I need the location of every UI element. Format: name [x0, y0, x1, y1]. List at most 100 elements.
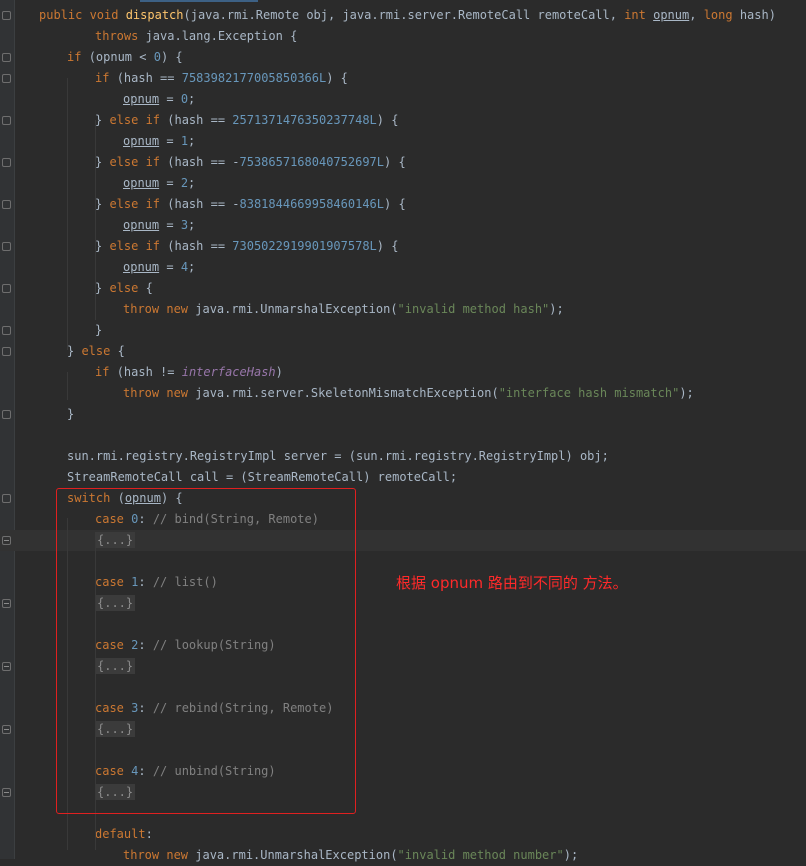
code-line[interactable]: opnum = 4;: [0, 257, 806, 278]
expand-fold-icon[interactable]: [2, 536, 11, 545]
code-line[interactable]: opnum = 1;: [0, 131, 806, 152]
code-line[interactable]: }: [0, 320, 806, 341]
code-token: 4: [180, 260, 189, 274]
code-line[interactable]: } else if (hash == -7538657168040752697L…: [0, 152, 806, 173]
code-token: 1: [180, 134, 189, 148]
code-token: opnum: [123, 134, 160, 148]
code-line[interactable]: if (opnum < 0) {: [0, 47, 806, 68]
code-token: }: [95, 323, 103, 337]
code-line[interactable]: } else if (hash == 7305022919901907578L)…: [0, 236, 806, 257]
code-text: }: [95, 320, 102, 341]
code-token: {: [117, 344, 125, 358]
code-token: {: [145, 281, 153, 295]
code-line[interactable]: sun.rmi.registry.RegistryImpl server = (…: [0, 446, 806, 467]
code-token: throws: [95, 29, 146, 43]
code-token: opnum: [123, 92, 160, 106]
code-token: ;: [188, 176, 196, 190]
code-token: ) {: [384, 155, 406, 169]
code-line[interactable]: } else {: [0, 278, 806, 299]
collapse-fold-icon[interactable]: [2, 158, 11, 167]
code-token: =: [159, 176, 181, 190]
code-token: 2: [180, 176, 189, 190]
code-token: ;: [188, 260, 196, 274]
code-token: (hash ==: [167, 239, 233, 253]
collapse-fold-icon[interactable]: [2, 326, 11, 335]
code-token: 0: [180, 92, 189, 106]
code-token: else if: [109, 113, 168, 127]
code-text: if (hash == 7583982177005850366L) {: [95, 68, 348, 89]
code-line[interactable]: } else if (hash == 2571371476350237748L)…: [0, 110, 806, 131]
collapse-fold-icon[interactable]: [2, 284, 11, 293]
code-text: opnum = 0;: [123, 89, 195, 110]
collapse-fold-icon[interactable]: [2, 242, 11, 251]
code-text: StreamRemoteCall call = (StreamRemoteCal…: [67, 467, 457, 488]
code-line[interactable]: opnum = 3;: [0, 215, 806, 236]
annotation-text: 根据 opnum 路由到不同的 方法。: [396, 574, 628, 592]
expand-fold-icon[interactable]: [2, 725, 11, 734]
code-token: (hash == -: [167, 155, 240, 169]
code-line[interactable]: if (hash == 7583982177005850366L) {: [0, 68, 806, 89]
code-token: ,: [689, 8, 704, 22]
code-text: sun.rmi.registry.RegistryImpl server = (…: [67, 446, 609, 467]
collapse-fold-icon[interactable]: [2, 11, 11, 20]
collapse-fold-icon[interactable]: [2, 116, 11, 125]
collapse-fold-icon[interactable]: [2, 53, 11, 62]
code-line[interactable]: throws java.lang.Exception {: [0, 26, 806, 47]
code-line[interactable]: [0, 425, 806, 446]
code-token: (hash ==: [167, 113, 233, 127]
code-token: if: [67, 50, 89, 64]
code-token: (hash !=: [116, 365, 182, 379]
code-text: opnum = 1;: [123, 131, 195, 152]
code-token: (hash ==: [116, 71, 182, 85]
switch-highlight-box: [56, 488, 356, 814]
code-token: dispatch: [125, 8, 184, 22]
code-line[interactable]: }: [0, 404, 806, 425]
code-text: } else {: [95, 278, 153, 299]
selection-strip: [140, 0, 258, 2]
code-line[interactable]: } else {: [0, 341, 806, 362]
code-token: if: [95, 365, 117, 379]
code-line[interactable]: if (hash != interfaceHash): [0, 362, 806, 383]
collapse-fold-icon[interactable]: [2, 347, 11, 356]
code-line[interactable]: throw new java.rmi.UnmarshalException("i…: [0, 845, 806, 866]
code-token: (hash == -: [167, 197, 240, 211]
code-line[interactable]: throw new java.rmi.server.SkeletonMismat…: [0, 383, 806, 404]
code-line[interactable]: } else if (hash == -8381844669958460146L…: [0, 194, 806, 215]
code-text: opnum = 4;: [123, 257, 195, 278]
code-token: }: [67, 407, 75, 421]
code-token: hash): [739, 8, 776, 22]
code-token: StreamRemoteCall call = (StreamRemoteCal…: [67, 470, 458, 484]
code-token: java.rmi.UnmarshalException(: [195, 302, 398, 316]
expand-fold-icon[interactable]: [2, 788, 11, 797]
code-token: throw new: [123, 386, 196, 400]
code-line[interactable]: opnum = 2;: [0, 173, 806, 194]
code-token: 7538657168040752697L: [239, 155, 385, 169]
code-line[interactable]: public void dispatch(java.rmi.Remote obj…: [0, 5, 806, 26]
code-text: } else if (hash == -7538657168040752697L…: [95, 152, 406, 173]
code-token: );: [549, 302, 564, 316]
code-token: opnum: [123, 218, 160, 232]
code-line[interactable]: throw new java.rmi.UnmarshalException("i…: [0, 299, 806, 320]
code-token: ;: [188, 92, 196, 106]
code-token: ) {: [376, 113, 399, 127]
code-token: ) {: [326, 71, 348, 85]
code-token: java.rmi.UnmarshalException(: [195, 848, 398, 862]
collapse-fold-icon[interactable]: [2, 494, 11, 503]
expand-fold-icon[interactable]: [2, 662, 11, 671]
code-line[interactable]: opnum = 0;: [0, 89, 806, 110]
code-editor[interactable]: public void dispatch(java.rmi.Remote obj…: [0, 0, 806, 862]
code-text: }: [67, 404, 74, 425]
code-token: java.rmi.server.SkeletonMismatchExceptio…: [195, 386, 499, 400]
code-token: default: [95, 827, 146, 841]
expand-fold-icon[interactable]: [2, 599, 11, 608]
code-token: ): [275, 365, 283, 379]
collapse-fold-icon[interactable]: [2, 74, 11, 83]
code-line[interactable]: StreamRemoteCall call = (StreamRemoteCal…: [0, 467, 806, 488]
code-token: 8381844669958460146L: [239, 197, 385, 211]
code-token: ;: [188, 218, 196, 232]
code-token: opnum: [123, 260, 160, 274]
code-token: sun.rmi.registry.RegistryImpl server = (…: [67, 449, 609, 463]
collapse-fold-icon[interactable]: [2, 200, 11, 209]
code-line[interactable]: default:: [0, 824, 806, 845]
collapse-fold-icon[interactable]: [2, 410, 11, 419]
